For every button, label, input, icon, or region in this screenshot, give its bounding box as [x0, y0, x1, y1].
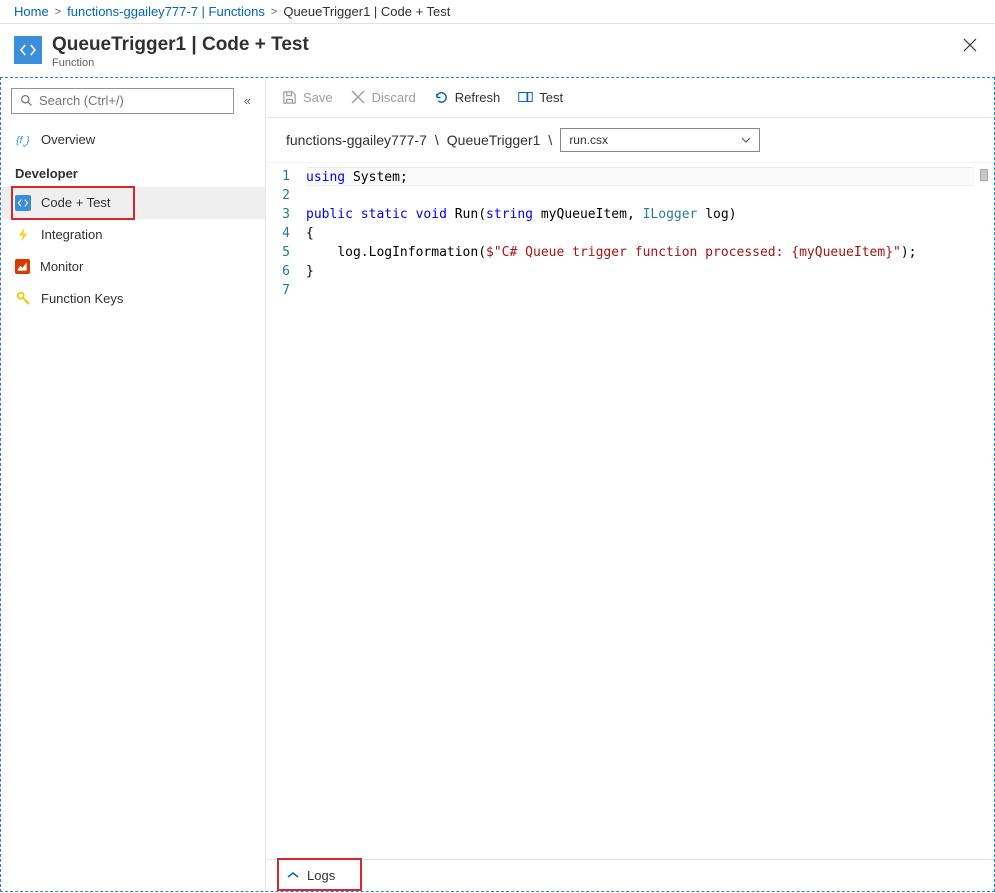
- save-icon: [282, 90, 297, 105]
- main-panel: « {fx} Overview Developer Code + Test In…: [0, 77, 995, 892]
- code-area[interactable]: using System; public static void Run(str…: [306, 167, 994, 891]
- sidebar-item-label: Monitor: [40, 259, 83, 274]
- line-number: 2: [266, 186, 290, 205]
- code-editor[interactable]: 1 2 3 4 5 6 7 using System; public stati…: [266, 162, 994, 891]
- search-icon: [20, 94, 33, 107]
- breadcrumb-sep: >: [55, 6, 61, 18]
- integration-icon: [15, 227, 31, 243]
- sidebar-section-developer: Developer: [1, 156, 265, 187]
- page-title-block: QueueTrigger1 | Code + Test Function: [52, 34, 309, 69]
- toolbar-label: Refresh: [455, 90, 501, 105]
- toolbar-label: Discard: [372, 90, 416, 105]
- code-icon: [14, 36, 42, 64]
- line-number: 5: [266, 243, 290, 262]
- file-path-row: functions-ggailey777-7 \ QueueTrigger1 \…: [266, 118, 994, 162]
- search-input[interactable]: [39, 93, 225, 108]
- test-button[interactable]: Test: [518, 90, 563, 105]
- file-selector-value: run.csx: [569, 133, 608, 147]
- toolbar: Save Discard Refresh Test: [266, 78, 994, 118]
- page-subtitle: Function: [52, 57, 309, 69]
- sidebar-item-monitor[interactable]: Monitor: [1, 251, 265, 283]
- sidebar-item-label: Function Keys: [41, 291, 123, 306]
- line-number: 1: [266, 167, 290, 186]
- sidebar-item-label: Integration: [41, 227, 102, 242]
- overview-icon: {fx}: [15, 132, 31, 148]
- minimap-scroll-marker[interactable]: [980, 169, 988, 181]
- svg-text:{fx}: {fx}: [16, 136, 30, 148]
- discard-button[interactable]: Discard: [351, 90, 416, 105]
- path-sep: \: [435, 132, 439, 148]
- test-icon: [518, 90, 533, 105]
- sidebar-item-function-keys[interactable]: Function Keys: [1, 283, 265, 315]
- line-number: 7: [266, 281, 290, 300]
- close-button[interactable]: [959, 34, 981, 56]
- toolbar-label: Test: [539, 90, 563, 105]
- line-number: 6: [266, 262, 290, 281]
- breadcrumb-sep: >: [271, 6, 277, 18]
- refresh-button[interactable]: Refresh: [434, 90, 501, 105]
- code-line[interactable]: }: [306, 262, 974, 281]
- save-button[interactable]: Save: [282, 90, 333, 105]
- sidebar-item-integration[interactable]: Integration: [1, 219, 265, 251]
- path-project: functions-ggailey777-7: [286, 132, 427, 148]
- search-row: «: [1, 88, 265, 124]
- chevron-down-icon: [741, 137, 751, 143]
- sidebar-item-code-test[interactable]: Code + Test: [1, 187, 265, 219]
- code-line[interactable]: log.LogInformation($"C# Queue trigger fu…: [306, 243, 974, 262]
- code-line[interactable]: using System;: [306, 167, 974, 186]
- line-number: 3: [266, 205, 290, 224]
- key-icon: [15, 291, 31, 307]
- page-header: QueueTrigger1 | Code + Test Function: [0, 24, 995, 77]
- discard-icon: [351, 90, 366, 105]
- line-number: 4: [266, 224, 290, 243]
- sidebar-item-label: Overview: [41, 132, 95, 147]
- sidebar-item-label: Code + Test: [41, 195, 111, 210]
- code-line[interactable]: [306, 281, 974, 300]
- page-title: QueueTrigger1 | Code + Test: [52, 34, 309, 57]
- monitor-icon: [15, 259, 30, 274]
- toolbar-label: Save: [303, 90, 333, 105]
- code-test-icon: [15, 195, 31, 211]
- breadcrumb: Home > functions-ggailey777-7 | Function…: [0, 0, 995, 24]
- code-line[interactable]: public static void Run(string myQueueIte…: [306, 205, 974, 224]
- logs-panel-toggle[interactable]: Logs: [267, 859, 994, 891]
- logs-label: Logs: [307, 868, 335, 883]
- search-box[interactable]: [11, 88, 234, 114]
- code-line[interactable]: {: [306, 224, 974, 243]
- breadcrumb-current: QueueTrigger1 | Code + Test: [283, 4, 450, 19]
- file-selector-dropdown[interactable]: run.csx: [560, 128, 760, 152]
- sidebar: « {fx} Overview Developer Code + Test In…: [1, 78, 266, 891]
- chevron-up-icon: [287, 871, 299, 879]
- breadcrumb-home[interactable]: Home: [14, 4, 49, 19]
- path-sep: \: [548, 132, 552, 148]
- breadcrumb-functions[interactable]: functions-ggailey777-7 | Functions: [67, 4, 265, 19]
- sidebar-item-overview[interactable]: {fx} Overview: [1, 124, 265, 156]
- main-content: Save Discard Refresh Test: [266, 78, 994, 891]
- path-function: QueueTrigger1: [447, 132, 541, 148]
- editor-gutter: 1 2 3 4 5 6 7: [266, 167, 306, 891]
- refresh-icon: [434, 90, 449, 105]
- code-line[interactable]: [306, 186, 974, 205]
- collapse-sidebar-button[interactable]: «: [240, 91, 255, 110]
